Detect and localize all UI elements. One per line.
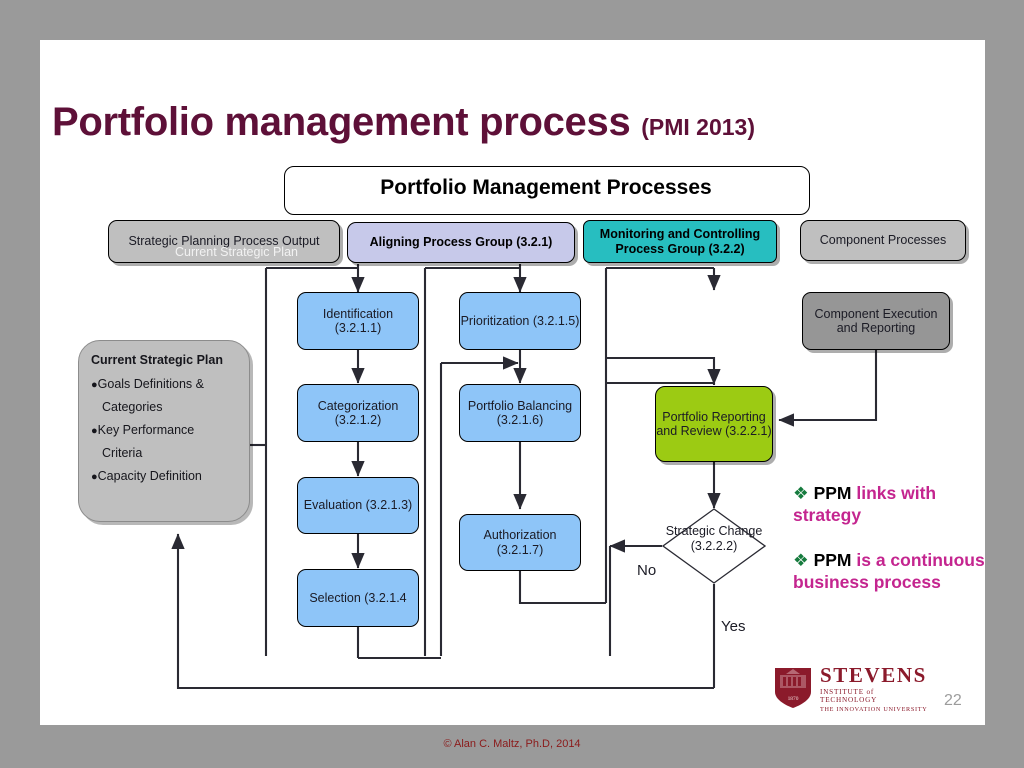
page-title: Portfolio management process (PMI 2013) [52,100,952,145]
svg-text:1870: 1870 [788,696,799,702]
sidebar-item-categories-label: Categories [102,400,163,415]
node-portfolio-reporting-review[interactable]: Portfolio Reporting and Review (3.2.2.1) [655,386,773,462]
node-component-execution-reporting[interactable]: Component Execution and Reporting [802,292,950,350]
node-authorization-label: Authorization (3.2.1.7) [483,528,557,557]
group-aligning-process[interactable]: Aligning Process Group (3.2.1) [347,222,575,263]
group-component-processes-label: Component Processes [819,233,947,248]
group-aligning-process-label: Aligning Process Group (3.2.1) [369,235,553,250]
page-number: 22 [944,692,962,709]
edge-label-yes: Yes [721,618,746,635]
key-point-1-strong: PPM [813,483,852,503]
sidebar-item-goals: ●Goals Definitions & [91,376,239,392]
stevens-logo: 1870 STEVENS INSTITUTE of TECHNOLOGY THE… [772,664,932,714]
sidebar-item-criteria: Criteria [91,445,239,461]
node-categorization-label: Categorization (3.2.1.2) [317,398,399,428]
node-selection[interactable]: Selection (3.2.1.4 [297,569,419,627]
node-authorization[interactable]: Authorization (3.2.1.7) [459,514,581,571]
sidebar-item-categories: Categories [91,399,239,415]
stevens-logo-line3: THE INNOVATION UNIVERSITY [820,706,928,713]
bullet-dot-icon: ● [91,379,98,391]
sidebar-item-capacity-label: Capacity Definition [97,469,202,484]
key-point-2-strong: PPM [813,549,852,570]
sidebar-item-key-performance: ●Key Performance [91,422,239,438]
group-monitoring-controlling[interactable]: Monitoring and Controlling Process Group… [583,220,777,263]
slide-stage: Portfolio management process (PMI 2013) [0,0,1024,768]
key-point-1: ❖ PPM links with strategy [793,482,993,527]
node-prioritization[interactable]: Prioritization (3.2.1.5) [459,292,581,350]
stevens-logo-name: STEVENS [820,663,927,687]
sidebar-item-capacity: ●Capacity Definition [91,468,239,484]
page-title-main: Portfolio management process [52,100,631,144]
stevens-logo-line2: INSTITUTE of TECHNOLOGY [820,688,878,704]
group-component-processes[interactable]: Component Processes [800,220,966,261]
current-strategic-plan-panel[interactable]: Current Strategic Plan ●Goals Definition… [78,340,250,522]
edge-label-no: No [637,562,657,579]
stevens-logo-wordmark: STEVENS INSTITUTE of TECHNOLOGY THE INNO… [820,663,932,714]
bullet-dot-icon: ● [91,425,98,438]
current-strategic-plan-title: Current Strategic Plan [91,353,223,367]
node-portfolio-reporting-review-label: Portfolio Reporting and Review (3.2.2.1) [656,409,772,439]
node-identification-label: Identification (3.2.1.1) [322,306,394,336]
group-strategic-planning-output-label: Strategic Planning Process Output [128,234,320,249]
node-categorization[interactable]: Categorization (3.2.1.2) [297,384,419,442]
bullet-dot-icon: ● [91,471,98,484]
node-evaluation-label: Evaluation (3.2.1.3) [303,498,413,513]
diamond-bullet-icon: ❖ [793,549,809,570]
node-component-execution-reporting-label: Component Execution and Reporting [814,306,938,336]
sidebar-item-goals-label: Goals Definitions & [97,377,204,391]
node-portfolio-balancing-label: Portfolio Balancing (3.2.1.6) [467,398,573,428]
sidebar-item-criteria-label: Criteria [102,446,143,461]
node-identification[interactable]: Identification (3.2.1.1) [297,292,419,350]
key-points-list: ❖ PPM links with strategy ❖ PPM is a con… [793,482,993,616]
node-portfolio-balancing[interactable]: Portfolio Balancing (3.2.1.6) [459,384,581,442]
decision-strategic-change[interactable] [662,508,766,584]
node-selection-label: Selection (3.2.1.4 [309,590,407,605]
group-strategic-planning-output[interactable]: Strategic Planning Process Output [108,220,340,263]
key-point-2: ❖ PPM is a continuous business process [793,549,993,594]
node-prioritization-label: Prioritization (3.2.1.5) [460,313,580,328]
sidebar-item-key-performance-label: Key Performance [97,423,195,438]
page-title-citation: (PMI 2013) [641,114,755,140]
node-evaluation[interactable]: Evaluation (3.2.1.3) [297,477,419,534]
copyright-footer: © Alan C. Maltz, Ph.D, 2014 [443,738,581,750]
portfolio-management-processes-box [284,166,810,215]
stevens-shield-icon: 1870 [772,664,814,715]
group-monitoring-controlling-label: Monitoring and Controlling Process Group… [599,227,761,256]
diamond-bullet-icon: ❖ [793,483,809,503]
